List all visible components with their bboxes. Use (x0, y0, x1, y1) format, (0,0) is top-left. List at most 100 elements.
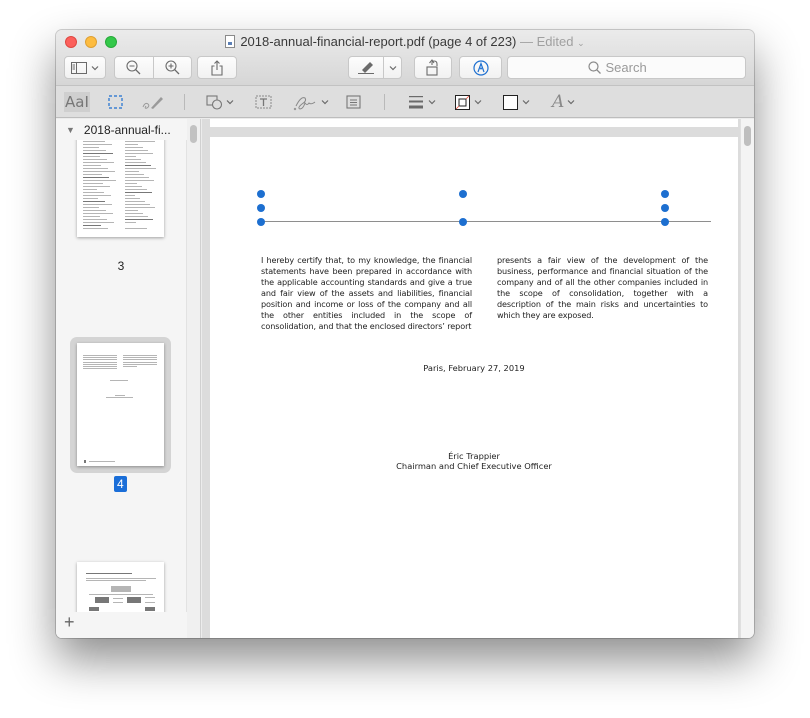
line-style-icon (409, 96, 423, 109)
thumbnail-text-line (83, 207, 99, 208)
thumbnail-text-line (83, 159, 107, 160)
thumbnail-text-line (125, 213, 143, 214)
thumbnail-text-line (83, 144, 112, 145)
chevron-down-icon (474, 100, 482, 105)
thumbnail-text-line (123, 361, 157, 363)
title-bar: 2018-annual-financial-report.pdf (page 4… (56, 30, 754, 86)
thumbnail-text-line (86, 580, 146, 581)
highlight-button[interactable] (349, 61, 383, 74)
line-style-menu[interactable] (408, 92, 436, 112)
thumbnail-text-line (83, 361, 117, 363)
thumbnail-text-line (89, 607, 99, 611)
signature-tool[interactable] (293, 92, 329, 112)
add-page-button[interactable]: + (64, 612, 75, 633)
thumbnail-text-line (125, 186, 142, 187)
resize-handle[interactable] (459, 218, 467, 226)
thumbnail-text-line (125, 210, 138, 211)
sketch-tool[interactable] (142, 92, 164, 112)
note-tool[interactable] (346, 92, 361, 112)
thumbnail-text-line (127, 597, 141, 603)
thumbnail-text-line (86, 573, 132, 574)
fill-color-menu[interactable] (503, 92, 530, 112)
divider (184, 94, 185, 110)
resize-handle[interactable] (257, 204, 265, 212)
zoom-out-button[interactable] (115, 60, 153, 75)
thumbnail-text-line (125, 198, 140, 199)
disclosure-triangle-icon[interactable]: ▼ (66, 125, 75, 135)
thumbnail-text-line (125, 219, 153, 220)
thumbnail-text-line (95, 597, 109, 603)
thumbnail-text-line (83, 186, 110, 187)
thumbnail-text-line (83, 359, 117, 361)
thumbnail-text-line (125, 192, 152, 193)
resize-handle[interactable] (459, 190, 467, 198)
search-input[interactable] (605, 60, 666, 75)
resize-handle[interactable] (661, 204, 669, 212)
thumbnail-text-line (125, 183, 137, 184)
shapes-tool[interactable] (206, 92, 234, 112)
thumbnail-text-line (125, 222, 136, 223)
thumbnail-text-line (83, 177, 109, 178)
sidebar-view-button[interactable] (64, 56, 106, 79)
search-field[interactable] (507, 56, 746, 79)
page-thumbnail-3[interactable] (77, 127, 164, 237)
fill-color-icon (503, 94, 518, 110)
pdf-page: I hereby certify that, to my knowledge, … (210, 137, 738, 638)
resize-handle[interactable] (257, 190, 265, 198)
document-scrollbar-thumb[interactable] (744, 126, 751, 146)
signatory-name: Éric Trappier (448, 451, 500, 461)
thumbnail-text-line (123, 359, 157, 361)
sidebar-scrollbar-track[interactable] (186, 119, 200, 638)
rectangular-selection-tool[interactable] (108, 92, 123, 112)
window-title[interactable]: 2018-annual-financial-report.pdf (page 4… (56, 34, 754, 49)
text-style-menu[interactable]: A (552, 92, 575, 112)
thumbnail-text-line (83, 225, 101, 226)
thumbnail-text-line (125, 153, 153, 154)
markup-toolbar-toggle[interactable] (459, 56, 502, 79)
rotate-left-button[interactable] (414, 56, 452, 79)
text-box-icon (255, 95, 272, 109)
thumbnail-text-line (84, 460, 86, 463)
text-selection-tool[interactable]: AaI (64, 92, 90, 112)
thumbnail-text-line (83, 174, 102, 175)
sidebar-document-header[interactable]: ▼ 2018-annual-fi... (56, 119, 187, 140)
thumbnail-text-line (83, 162, 114, 163)
selected-line-annotation[interactable] (261, 221, 711, 222)
window-title-text: 2018-annual-financial-report.pdf (page 4… (240, 34, 517, 49)
share-button[interactable] (197, 56, 237, 79)
thumbnail-text-line (125, 150, 148, 151)
resize-handle[interactable] (661, 218, 669, 226)
rotate-left-icon (426, 59, 438, 76)
text-box-tool[interactable] (255, 92, 272, 112)
thumbnail-text-line (83, 201, 105, 202)
thumbnail-text-line (83, 355, 117, 356)
border-color-icon (455, 94, 470, 110)
shapes-icon (206, 94, 223, 110)
thumbnail-text-line (83, 156, 100, 157)
thumbnail-text-line (125, 216, 148, 217)
zoom-in-button[interactable] (154, 60, 192, 75)
document-view[interactable]: I hereby certify that, to my knowledge, … (202, 119, 754, 638)
thumbnail-text-line (113, 602, 123, 603)
signatory-title: Chairman and Chief Executive Officer (396, 461, 552, 471)
highlight-options-button[interactable] (384, 65, 401, 71)
thumbnail-text-line (111, 586, 131, 592)
document-scrollbar-track[interactable] (740, 119, 754, 638)
thumbnail-text-line (83, 368, 117, 370)
thumbnail-text-line (125, 144, 138, 145)
page-thumbnail-4[interactable] (77, 343, 164, 466)
thumbnail-text-line (125, 177, 149, 178)
thumbnail-text-line (125, 228, 147, 229)
resize-handle[interactable] (257, 218, 265, 226)
thumbnail-text-line (125, 147, 143, 148)
thumbnail-text-line (125, 141, 155, 142)
thumbnail-text-line (125, 171, 139, 172)
search-icon (587, 61, 601, 74)
thumbnail-text-line (125, 165, 151, 166)
sidebar-scrollbar-thumb[interactable] (190, 125, 197, 143)
border-color-menu[interactable] (455, 92, 482, 112)
thumbnail-text-line (83, 171, 115, 172)
chevron-down-icon (321, 100, 329, 105)
resize-handle[interactable] (661, 190, 669, 198)
sketch-icon (142, 97, 163, 109)
